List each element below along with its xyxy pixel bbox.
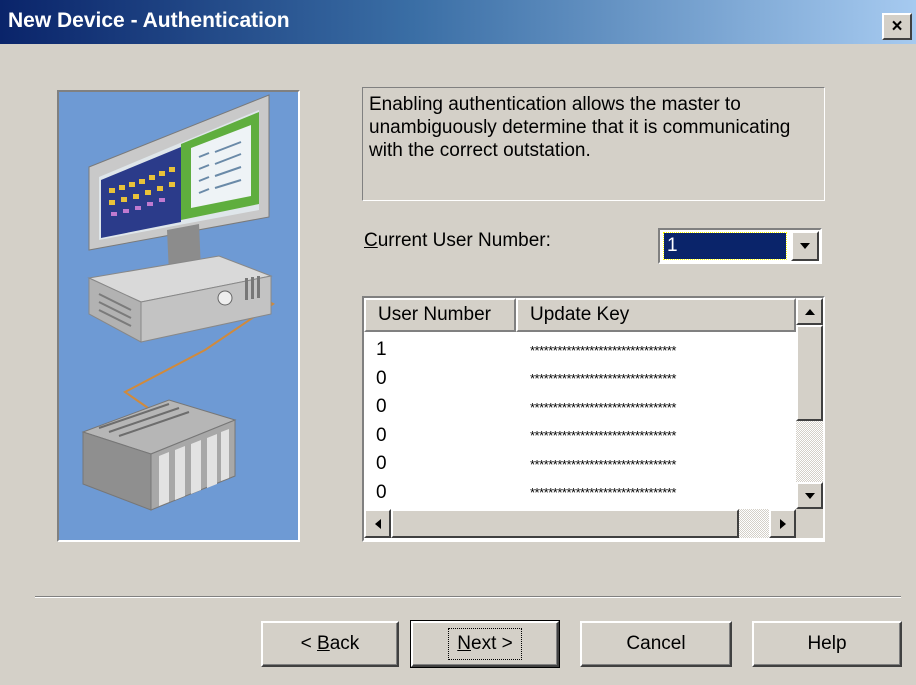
user-number-cell: 0: [376, 367, 387, 389]
scroll-down-button[interactable]: [796, 482, 823, 509]
separator-line: [35, 596, 901, 598]
column-header-user-number[interactable]: User Number: [364, 298, 516, 332]
user-number-cell: 0: [376, 481, 387, 503]
table-header: User Number Update Key: [364, 298, 796, 332]
next-mnemonic: N: [457, 633, 471, 654]
dropdown-arrow-icon: [800, 243, 810, 249]
table-row[interactable]: 0 ********************************: [364, 479, 796, 508]
user-keys-table[interactable]: User Number Update Key 1 ****************…: [362, 296, 825, 542]
back-rest: ack: [329, 633, 360, 654]
close-icon: ×: [891, 16, 903, 37]
update-key-cell: ********************************: [530, 428, 676, 444]
title-bar: New Device - Authentication ×: [0, 0, 916, 44]
update-key-cell: ********************************: [530, 485, 676, 501]
scroll-up-button[interactable]: [796, 298, 823, 325]
scrollbar-corner: [796, 509, 823, 538]
user-number-cell: 0: [376, 396, 387, 418]
next-rest: ext >: [471, 633, 513, 654]
vertical-scroll-thumb[interactable]: [796, 325, 823, 421]
scroll-left-arrow-icon: [374, 518, 381, 529]
user-number-cell: 0: [376, 453, 387, 475]
cancel-button[interactable]: Cancel: [580, 621, 732, 667]
description-text: Enabling authentication allows the maste…: [362, 87, 825, 201]
table-rows: 1 ******************************** 0 *****…: [364, 336, 796, 507]
update-key-cell: ********************************: [530, 371, 676, 387]
next-button-label: Next >: [448, 628, 522, 660]
back-button-label: < Back: [295, 631, 366, 657]
scroll-right-arrow-icon: [779, 518, 786, 529]
update-key-cell: ********************************: [530, 456, 676, 472]
next-button[interactable]: Next >: [410, 620, 560, 668]
horizontal-scroll-thumb[interactable]: [391, 509, 739, 538]
back-button[interactable]: < Back: [261, 621, 399, 667]
table-row[interactable]: 1 ********************************: [364, 336, 796, 365]
label-rest: urrent User Number:: [377, 230, 551, 251]
horizontal-scrollbar[interactable]: [364, 509, 796, 538]
scroll-left-button[interactable]: [364, 509, 391, 538]
help-button-label: Help: [807, 633, 847, 654]
window-title: New Device - Authentication: [8, 9, 290, 32]
update-key-cell: ********************************: [530, 342, 676, 358]
user-number-cell: 0: [376, 424, 387, 446]
scroll-right-button[interactable]: [769, 509, 796, 538]
back-mnemonic: B: [317, 633, 330, 654]
table-row[interactable]: 0 ********************************: [364, 393, 796, 422]
close-button[interactable]: ×: [882, 13, 912, 40]
dropdown-button[interactable]: [791, 231, 819, 261]
column-header-update-key[interactable]: Update Key: [516, 298, 796, 332]
user-number-cell: 1: [376, 339, 387, 361]
device-illustration: [57, 90, 300, 542]
cancel-button-label: Cancel: [626, 633, 686, 654]
current-user-number-label: Current User Number:: [364, 230, 551, 252]
table-row[interactable]: 0 ********************************: [364, 422, 796, 451]
update-key-cell: ********************************: [530, 399, 676, 415]
scroll-up-arrow-icon: [804, 308, 815, 315]
label-mnemonic: C: [364, 230, 378, 251]
vertical-scrollbar[interactable]: [796, 298, 823, 509]
back-prefix: <: [300, 633, 318, 654]
current-user-number-value[interactable]: 1: [663, 232, 787, 260]
table-row[interactable]: 0 ********************************: [364, 450, 796, 479]
help-button[interactable]: Help: [752, 621, 902, 667]
table-row[interactable]: 0 ********************************: [364, 365, 796, 394]
current-user-number-dropdown[interactable]: 1: [658, 228, 822, 264]
scroll-down-arrow-icon: [804, 492, 815, 499]
